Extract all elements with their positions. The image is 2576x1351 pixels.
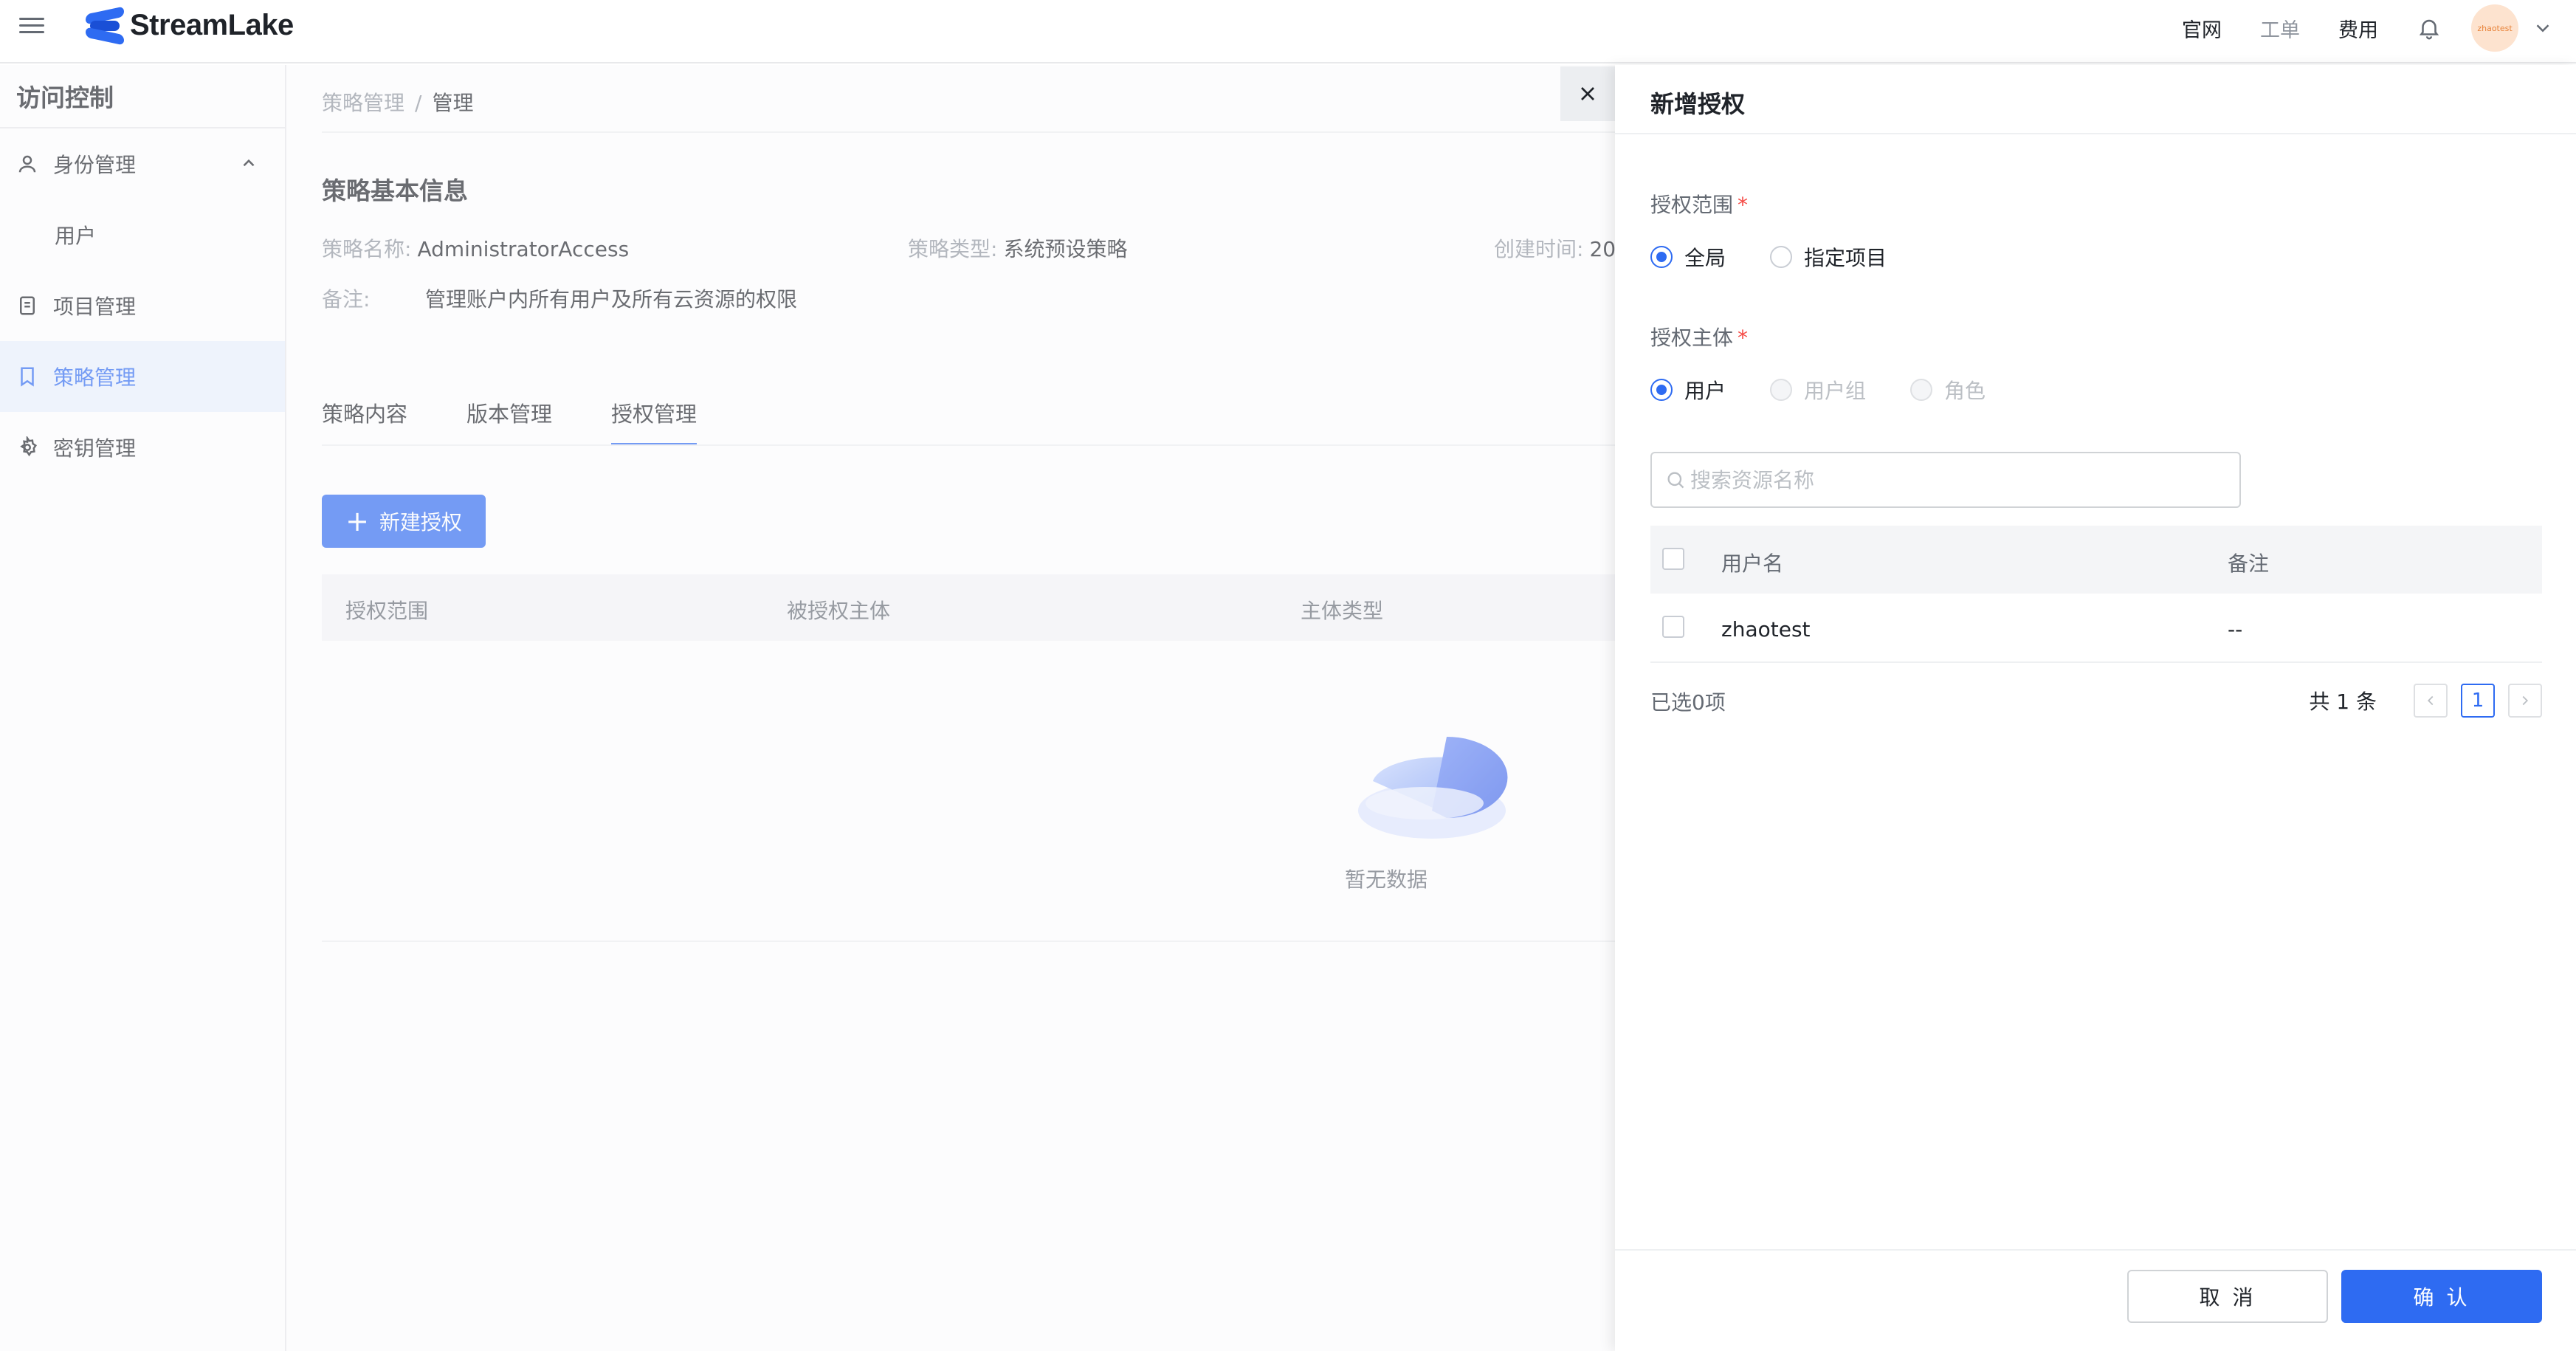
subject-radio-group: 用户 用户组 角色 [1650,375,2030,405]
search-input[interactable] [1690,467,2207,492]
selected-count: 已选0项 [1650,690,1726,715]
close-icon [1581,87,1594,100]
subject-form-label: 授权主体 * [1650,322,1748,351]
nav-link-tickets[interactable]: 工单 [2260,14,2300,43]
scope-radio-group: 全局 指定项目 [1650,242,1931,272]
radio-scope-project[interactable]: 指定项目 [1770,242,1887,272]
brand-name: StreamLake [130,8,294,41]
required-mark: * [1738,193,1749,217]
pagination-total: 共 1 条 [2309,690,2377,714]
radio-subject-user[interactable]: 用户 [1650,375,1726,405]
new-authorization-drawer: 新增授权 授权范围* 全局 指定项目 授权主体* 用户 用户组 角色 用户名 备… [1615,65,2576,1351]
search-icon [1667,472,1684,489]
close-drawer-button[interactable] [1560,66,1615,121]
avatar[interactable]: zhaotest [2471,4,2518,52]
required-mark: * [1738,326,1749,350]
radio-label: 用户组 [1804,379,1867,403]
chevron-left-icon [2427,695,2434,706]
menu-icon[interactable] [19,13,44,38]
radio-label: 角色 [1944,379,1986,403]
row-remark: -- [2228,617,2243,642]
column-header-username: 用户名 [1721,551,1784,576]
nav-link-billing[interactable]: 费用 [2338,14,2378,43]
row-username: zhaotest [1721,617,1811,642]
search-box [1650,452,2241,508]
column-header-remark: 备注 [2228,551,2270,576]
radio-dot [1910,379,1933,401]
radio-subject-role: 角色 [1910,375,1986,405]
cancel-button[interactable]: 取 消 [2127,1270,2328,1323]
radio-dot [1650,246,1673,268]
scope-form-label: 授权范围 * [1650,189,1748,219]
next-page-button[interactable] [2508,684,2542,718]
pagination: 共 1 条 1 [2309,684,2542,718]
radio-label: 全局 [1684,246,1726,270]
radio-scope-global[interactable]: 全局 [1650,242,1726,272]
drawer-title: 新增授权 [1650,90,1746,118]
streamlake-logo-icon [84,6,125,46]
chevron-right-icon [2522,695,2529,706]
radio-dot [1770,246,1793,268]
subject-label-text: 授权主体 [1650,326,1734,350]
drawer-footer-divider [1615,1249,2576,1251]
nav-link-official-site[interactable]: 官网 [2182,14,2222,43]
row-checkbox[interactable] [1662,616,1684,638]
confirm-button[interactable]: 确 认 [2341,1270,2542,1323]
user-table-header: 用户名 备注 [1650,526,2542,594]
top-right-nav: 官网 工单 费用 zhaotest [2143,0,2554,56]
top-bar: StreamLake 官网 工单 费用 zhaotest [0,0,2576,63]
radio-label: 指定项目 [1804,246,1887,270]
select-all-checkbox[interactable] [1662,548,1684,570]
table-row[interactable]: zhaotest -- [1650,594,2542,663]
brand-logo[interactable]: StreamLake [84,6,294,46]
radio-dot [1770,379,1793,401]
prev-page-button[interactable] [2414,684,2448,718]
drawer-header-divider [1615,133,2576,134]
scope-label-text: 授权范围 [1650,193,1734,217]
bell-icon[interactable] [2417,16,2442,41]
radio-label: 用户 [1684,379,1726,403]
chevron-down-icon[interactable] [2532,17,2554,39]
radio-subject-user-group: 用户组 [1770,375,1866,405]
radio-dot [1650,379,1673,401]
page-number-button[interactable]: 1 [2461,684,2495,718]
drawer-overlay-mask[interactable] [0,65,1615,1351]
